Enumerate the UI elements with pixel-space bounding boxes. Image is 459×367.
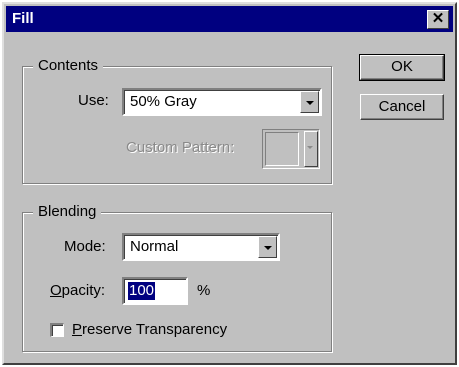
close-icon: ✕ <box>431 10 445 27</box>
custom-pattern-picker <box>262 129 320 169</box>
mode-select[interactable]: Normal <box>122 233 280 261</box>
fill-dialog: Fill ✕ Contents Use: 50% Gray Custom Pat… <box>2 2 457 365</box>
opacity-label: Opacity: <box>50 282 105 300</box>
cancel-button-label: Cancel <box>378 98 426 115</box>
preserve-label-accesskey: P <box>72 321 83 338</box>
chevron-down-icon <box>304 131 318 167</box>
preserve-transparency-checkbox[interactable] <box>50 323 64 337</box>
cancel-button[interactable]: Cancel <box>360 94 444 120</box>
opacity-unit: % <box>197 282 211 299</box>
opacity-input-value: 100 <box>128 282 156 300</box>
blending-legend: Blending <box>33 203 102 221</box>
mode-label: Mode: <box>64 238 106 255</box>
mode-select-value: Normal <box>130 238 179 255</box>
use-label: Use: <box>78 92 109 109</box>
pattern-swatch <box>265 132 299 166</box>
title-bar[interactable]: Fill ✕ <box>6 6 453 32</box>
chevron-down-icon[interactable] <box>258 236 277 258</box>
use-select[interactable]: 50% Gray <box>122 88 322 116</box>
custom-pattern-label: Custom Pattern: <box>126 139 235 156</box>
chevron-down-icon[interactable] <box>300 91 319 113</box>
dialog-title: Fill <box>12 10 34 27</box>
preserve-transparency-label[interactable]: Preserve Transparency <box>72 321 227 339</box>
preserve-label-rest: reserve Transparency <box>82 321 228 338</box>
opacity-label-accesskey: O <box>50 282 62 299</box>
close-button[interactable]: ✕ <box>427 10 449 29</box>
opacity-label-rest: pacity: <box>61 282 106 299</box>
opacity-input[interactable]: 100 <box>122 277 188 305</box>
contents-legend: Contents <box>33 57 104 75</box>
ok-button[interactable]: OK <box>359 54 445 81</box>
use-select-value: 50% Gray <box>130 93 197 110</box>
ok-button-label: OK <box>391 58 413 75</box>
